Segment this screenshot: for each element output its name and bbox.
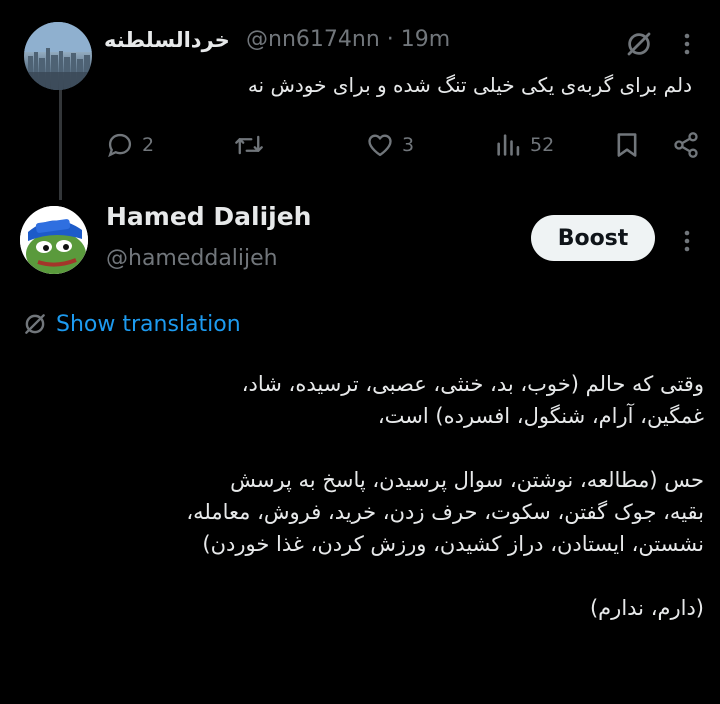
boost-button[interactable]: Boost — [531, 215, 655, 261]
translate-icon — [25, 314, 45, 334]
reply-avatar[interactable] — [24, 22, 92, 90]
text-line: بقیه، جوک گفتن، سکوت، حرف زدن، خرید، فرو… — [186, 500, 704, 524]
bookmark-button[interactable] — [614, 131, 640, 159]
bookmark-icon — [617, 133, 637, 157]
reply-meta: @nn6174nn · 19m — [246, 27, 450, 52]
reply-tweet-text: دلم برای گربه‌ی یکی خیلی تنگ شده و برای … — [247, 73, 692, 97]
tweet-paragraph: (دارم، ندارم) — [14, 592, 704, 624]
city-skyline-image — [24, 22, 92, 90]
repost-icon — [235, 135, 263, 155]
translate-icon[interactable] — [624, 29, 654, 59]
more-icon[interactable] — [682, 32, 692, 56]
tweet-paragraph: حس (مطالعه، نوشتن، سوال پرسیدن، پاسخ به … — [14, 464, 704, 560]
show-translation-label: Show translation — [56, 311, 241, 337]
tweet-paragraph: وقتی که حالم (خوب، بد، خنثی، عصبی، ترسید… — [14, 368, 704, 432]
reply-timestamp[interactable]: 19m — [401, 27, 450, 52]
reply-icon — [108, 133, 132, 158]
like-button[interactable]: 3 — [366, 131, 414, 159]
main-tweet-text: وقتی که حالم (خوب، بد، خنثی، عصبی، ترسید… — [14, 368, 704, 624]
reply-count: 2 — [142, 134, 155, 156]
text-line: وقتی که حالم (خوب، بد، خنثی، عصبی، ترسید… — [241, 372, 704, 396]
like-count: 3 — [402, 134, 415, 156]
main-avatar[interactable] — [20, 206, 88, 274]
show-translation-link[interactable]: Show translation — [22, 311, 241, 337]
more-icon[interactable] — [682, 229, 692, 253]
text-line: حس (مطالعه، نوشتن، سوال پرسیدن، پاسخ به … — [230, 468, 704, 492]
like-icon — [368, 134, 392, 157]
repost-button[interactable] — [234, 131, 272, 159]
meta-separator: · — [386, 27, 394, 52]
share-button[interactable] — [672, 131, 700, 159]
reply-display-name[interactable]: خردالسلطنه — [104, 28, 230, 52]
views-icon — [497, 134, 520, 156]
text-line: نشستن، ایستادن، دراز کشیدن، ورزش کردن، غ… — [202, 532, 704, 556]
reply-button[interactable]: 2 — [106, 131, 154, 159]
views-button[interactable]: 52 — [494, 131, 554, 159]
main-display-name[interactable]: Hamed Dalijeh — [106, 202, 311, 231]
pepe-frog-image — [20, 206, 88, 274]
text-line: (دارم، ندارم) — [589, 596, 704, 620]
thread-connector-line — [59, 90, 62, 200]
reply-handle[interactable]: @nn6174nn — [246, 27, 380, 52]
text-line: غمگین، آرام، شنگول، افسرده) است، — [377, 404, 704, 428]
view-count: 52 — [530, 134, 555, 156]
main-handle[interactable]: @hameddalijeh — [106, 246, 278, 271]
share-icon — [674, 132, 698, 158]
